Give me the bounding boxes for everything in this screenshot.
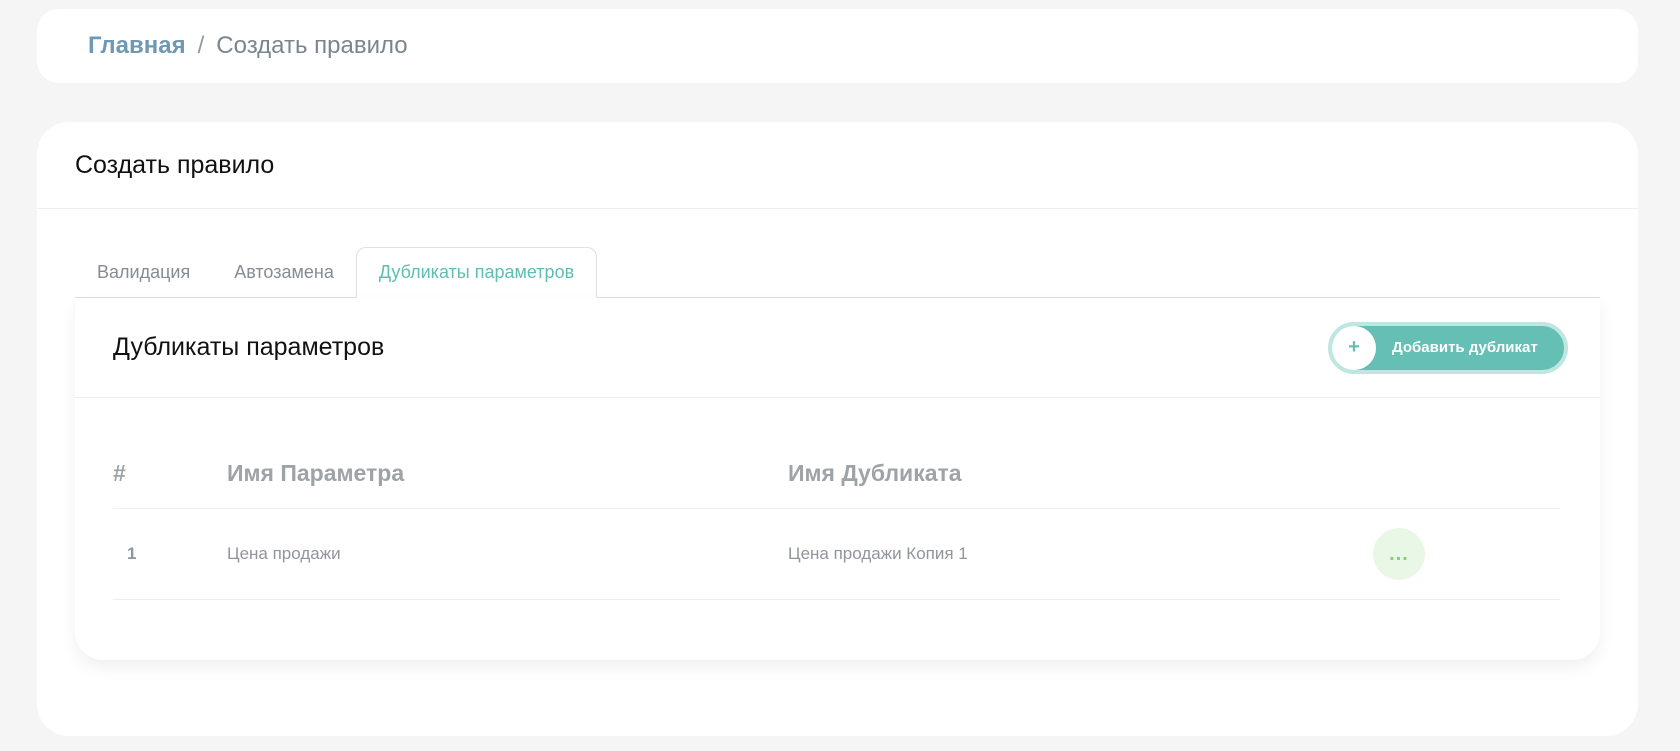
- row-duplicate-name: Цена продажи Копия 1: [788, 544, 968, 563]
- duplicates-panel: Дубликаты параметров + Добавить дубликат…: [75, 298, 1600, 660]
- table-header-row: # Имя Параметра Имя Дубликата: [113, 438, 1560, 509]
- breadcrumb-home-link[interactable]: Главная: [88, 32, 186, 60]
- row-num: 1: [127, 544, 137, 563]
- main-card: Создать правило Валидация Автозамена Дуб…: [37, 122, 1638, 736]
- duplicates-table: # Имя Параметра Имя Дубликата 1 Цена про…: [113, 438, 1560, 600]
- tab-autoreplace[interactable]: Автозамена: [212, 248, 356, 297]
- more-icon: ...: [1389, 542, 1409, 565]
- breadcrumb-current: Создать правило: [216, 32, 408, 59]
- breadcrumb-separator: /: [197, 32, 205, 59]
- duplicates-header: Дубликаты параметров + Добавить дубликат: [75, 298, 1600, 398]
- add-duplicate-button[interactable]: + Добавить дубликат: [1328, 321, 1568, 374]
- column-header-duplicate-name: Имя Дубликата: [788, 459, 962, 486]
- plus-icon: +: [1332, 325, 1376, 370]
- tabs: Валидация Автозамена Дубликаты параметро…: [75, 247, 1600, 298]
- row-param-name: Цена продажи: [227, 544, 341, 563]
- breadcrumb: Главная / Создать правило: [37, 9, 1638, 83]
- column-header-param-name: Имя Параметра: [227, 459, 405, 486]
- row-actions-button[interactable]: ...: [1373, 528, 1425, 580]
- tab-parameter-duplicates[interactable]: Дубликаты параметров: [355, 247, 598, 298]
- column-header-num: #: [113, 459, 126, 486]
- tab-validation[interactable]: Валидация: [75, 248, 212, 297]
- add-duplicate-label: Добавить дубликат: [1392, 339, 1538, 356]
- table-row: 1 Цена продажи Цена продажи Копия 1 ...: [113, 509, 1560, 600]
- page-title: Создать правило: [75, 150, 275, 179]
- duplicates-title: Дубликаты параметров: [113, 333, 385, 361]
- main-header: Создать правило: [37, 122, 1638, 209]
